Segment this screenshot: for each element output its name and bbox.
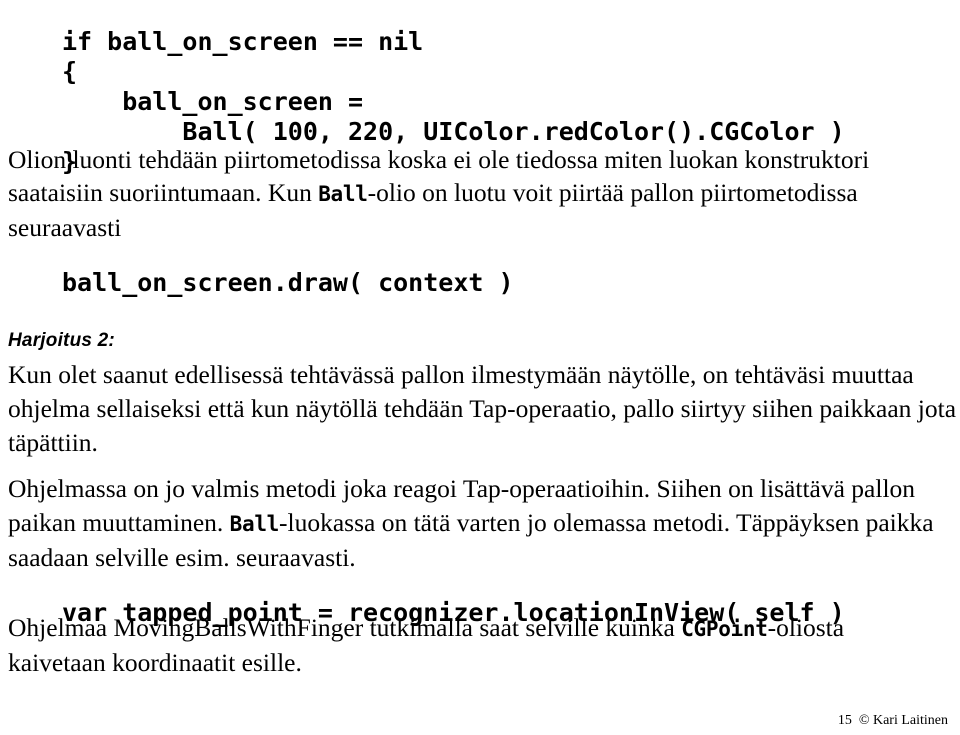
code-block-draw-call: ball_on_screen.draw( context ) [62,268,514,297]
page-footer: 15 © Kari Laitinen [837,713,948,728]
inline-code-cgpoint: CGPoint [681,617,768,641]
paragraph-ohjelmassa: Ohjelmassa on jo valmis metodi joka reag… [8,472,948,575]
paragraph-ohjelmaa-part1: Ohjelmaa MovingBallsWithFinger tutkimall… [8,613,682,642]
slide-page: if ball_on_screen == nil { ball_on_scree… [0,0,960,735]
paragraph-ohjelmaa: Ohjelmaa MovingBallsWithFinger tutkimall… [8,611,938,680]
inline-code-ball-2: Ball [229,512,280,536]
paragraph-olion-luonti: Olion luonti tehdään piirtometodissa kos… [8,143,913,244]
paragraph-exercise-description: Kun olet saanut edellisessä tehtävässä p… [8,360,957,457]
inline-code-ball-1: Ball [318,182,368,206]
exercise-heading: Harjoitus 2: [8,330,115,351]
